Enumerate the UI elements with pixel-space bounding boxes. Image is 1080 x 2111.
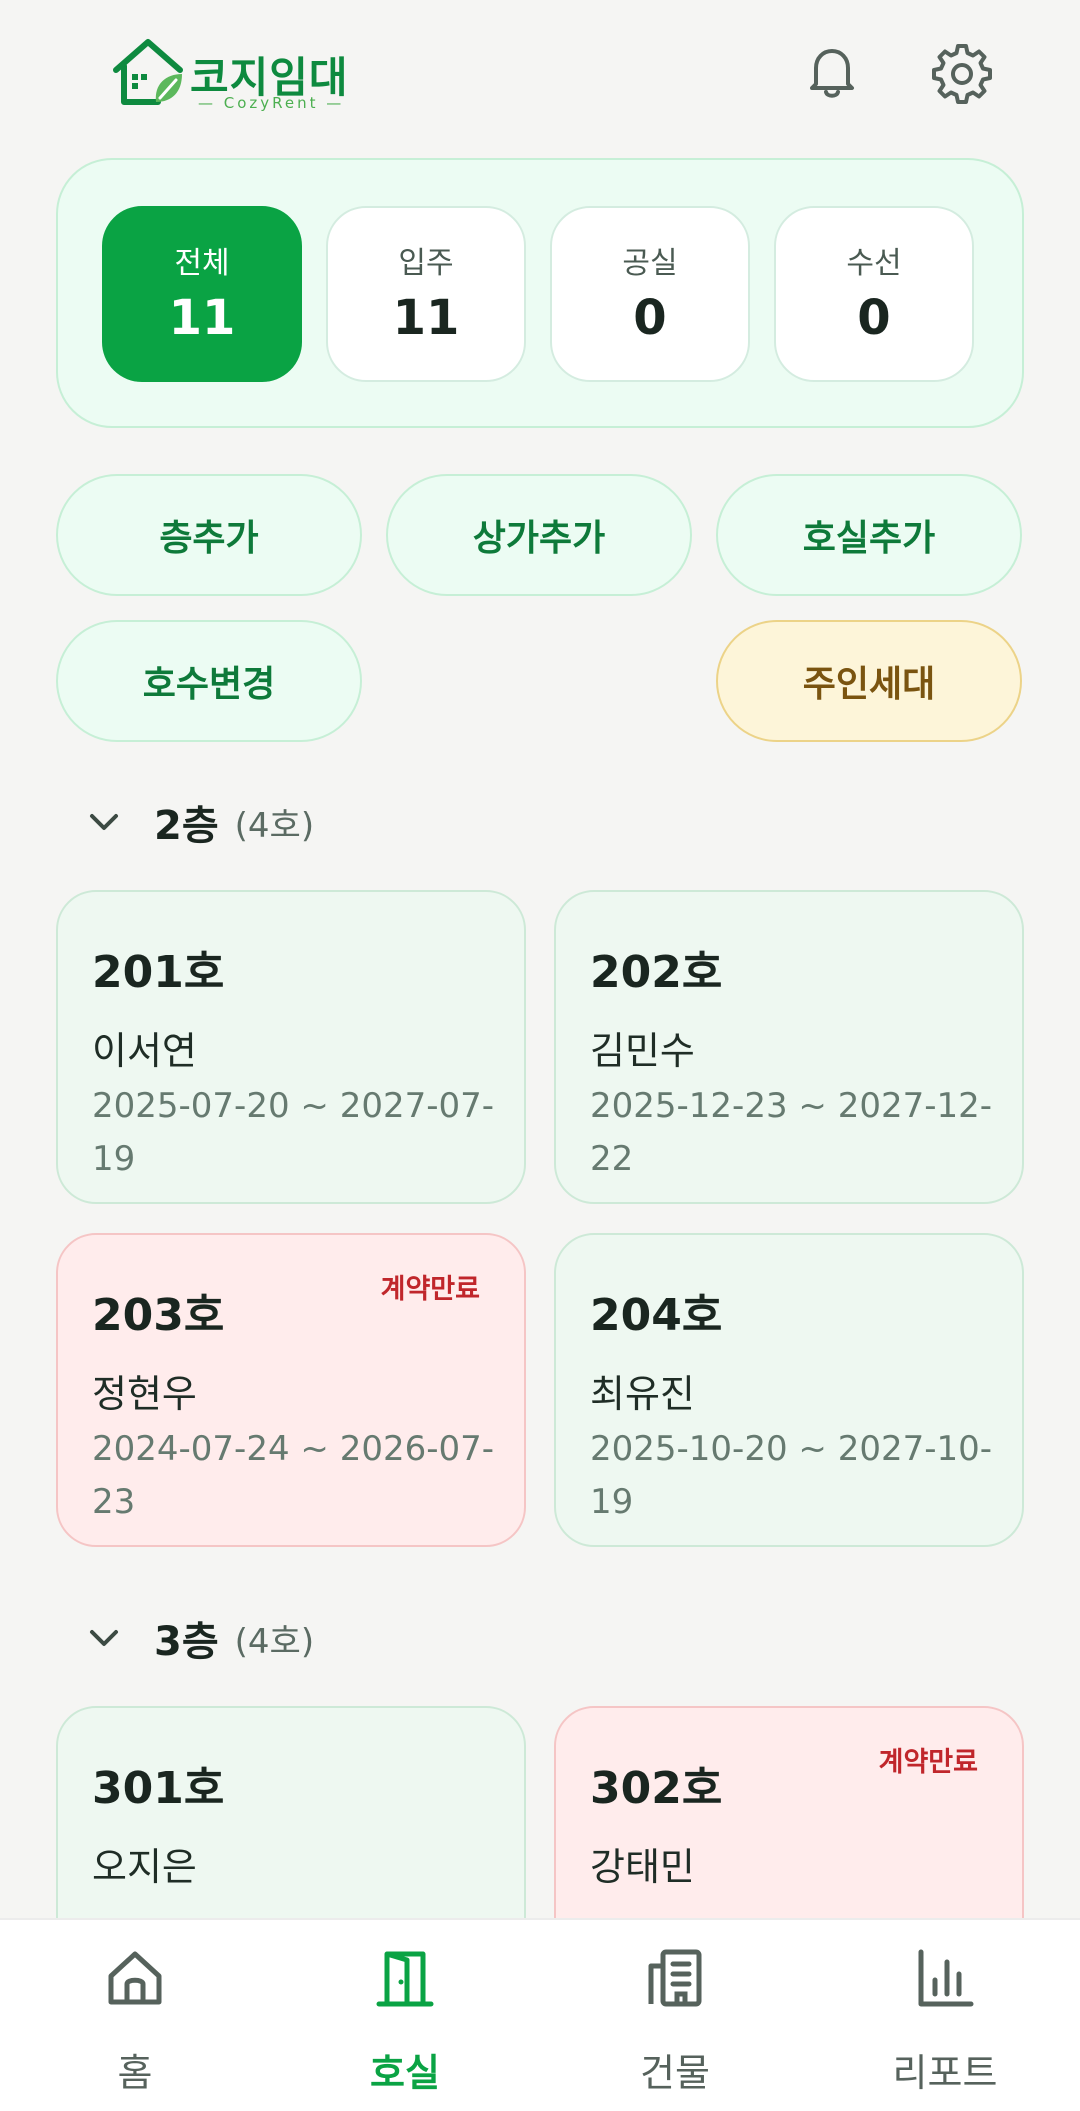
lease-period: 2025-12-23 ~ 2027-12-22	[590, 1086, 993, 1179]
stat-filter-repair[interactable]: 수선 0	[774, 206, 974, 382]
nav-tab-report[interactable]: 리포트	[810, 1920, 1080, 2111]
app-header: 코지임대 — CozyRent —	[0, 0, 1080, 150]
add-room-button[interactable]: 호실추가	[716, 474, 1022, 596]
app-subtitle: — CozyRent —	[198, 94, 345, 112]
nav-tab-building[interactable]: 건물	[540, 1920, 810, 2111]
tenant-name: 오지은	[92, 1845, 197, 1889]
stat-filter-vacant[interactable]: 공실 0	[550, 206, 750, 382]
stat-filter-all[interactable]: 전체 11	[102, 206, 302, 382]
app-logo[interactable]: 코지임대 — CozyRent —	[110, 36, 350, 116]
floor-title: 2층	[154, 803, 219, 849]
room-number: 203호	[92, 1290, 225, 1341]
stat-label: 수선	[846, 246, 902, 281]
floor-room-count: (4호)	[234, 1621, 315, 1662]
floor-section-header[interactable]: 2층 (4호)	[84, 792, 314, 852]
tenant-name: 정현우	[92, 1372, 197, 1416]
stat-value: 11	[168, 290, 236, 346]
tenant-name: 강태민	[590, 1845, 695, 1889]
building-icon	[648, 1949, 702, 2007]
room-card-expired[interactable]: 계약만료 203호 정현우 2024-07-24 ~ 2026-07-23	[56, 1233, 526, 1547]
chevron-down-icon	[90, 814, 118, 830]
tenant-name: 김민수	[590, 1029, 695, 1073]
floor-title: 3층	[154, 1619, 219, 1665]
home-icon	[108, 1951, 162, 2005]
nav-label: 리포트	[892, 2051, 998, 2095]
stat-label: 전체	[174, 246, 230, 281]
floor-room-count: (4호)	[234, 805, 315, 846]
floor-section-header[interactable]: 3층 (4호)	[84, 1608, 314, 1668]
contract-expired-badge: 계약만료	[878, 1747, 978, 1778]
nav-tab-home[interactable]: 홈	[0, 1920, 270, 2111]
stat-value: 0	[857, 290, 891, 346]
door-icon	[376, 1951, 434, 2007]
lease-period: 2024-07-24 ~ 2026-07-23	[92, 1429, 495, 1522]
room-number: 202호	[590, 947, 723, 998]
add-shop-button[interactable]: 상가추가	[386, 474, 692, 596]
lease-period: 2025-10-20 ~ 2027-10-19	[590, 1429, 993, 1522]
room-number: 201호	[92, 947, 225, 998]
stat-value: 0	[633, 290, 667, 346]
chevron-down-icon	[90, 1630, 118, 1646]
room-card[interactable]: 201호 이서연 2025-07-20 ~ 2027-07-19	[56, 890, 526, 1204]
occupancy-summary-panel: 전체 11 입주 11 공실 0 수선 0	[56, 158, 1024, 428]
tenant-name: 이서연	[92, 1029, 197, 1073]
room-card[interactable]: 204호 최유진 2025-10-20 ~ 2027-10-19	[554, 1233, 1024, 1547]
owner-household-button[interactable]: 주인세대	[716, 620, 1022, 742]
bell-icon[interactable]	[800, 40, 864, 104]
gear-icon[interactable]	[930, 40, 994, 104]
nav-label: 홈	[117, 2051, 153, 2095]
room-number: 204호	[590, 1290, 723, 1341]
stat-label: 입주	[398, 246, 454, 281]
nav-label: 건물	[640, 2051, 710, 2095]
stat-value: 11	[392, 290, 460, 346]
nav-label: 호실	[370, 2051, 440, 2095]
stat-filter-occupied[interactable]: 입주 11	[326, 206, 526, 382]
room-number: 302호	[590, 1763, 723, 1814]
stat-label: 공실	[622, 246, 678, 281]
change-room-number-button[interactable]: 호수변경	[56, 620, 362, 742]
add-floor-button[interactable]: 층추가	[56, 474, 362, 596]
room-card[interactable]: 202호 김민수 2025-12-23 ~ 2027-12-22	[554, 890, 1024, 1204]
contract-expired-badge: 계약만료	[380, 1274, 480, 1305]
lease-period: 2025-07-20 ~ 2027-07-19	[92, 1086, 495, 1179]
house-leaf-logo-icon	[113, 39, 183, 105]
bar-chart-icon	[918, 1949, 974, 2007]
bottom-navigation-bar: 홈 호실 건물 리포트	[0, 1918, 1080, 2111]
nav-tab-rooms[interactable]: 호실	[270, 1920, 540, 2111]
room-number: 301호	[92, 1763, 225, 1814]
tenant-name: 최유진	[590, 1372, 695, 1416]
